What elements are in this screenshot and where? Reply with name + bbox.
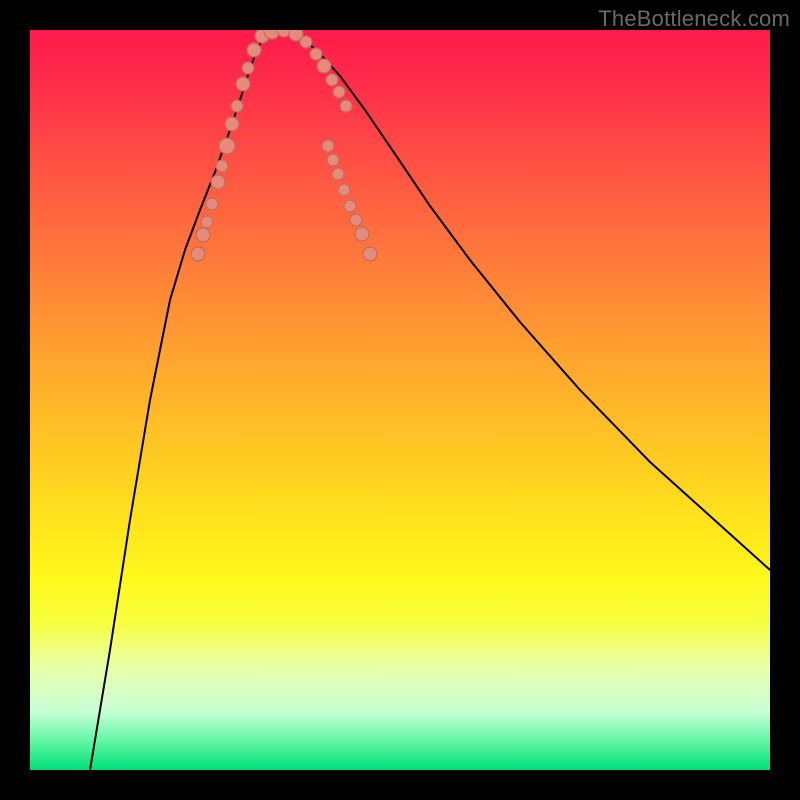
data-point (191, 247, 205, 261)
data-point (242, 62, 254, 74)
data-point (332, 168, 344, 180)
data-point (231, 100, 243, 112)
data-point (338, 184, 350, 196)
data-points-group (191, 30, 377, 261)
data-point (247, 43, 261, 57)
data-point (363, 247, 377, 261)
data-point (216, 160, 228, 172)
bottleneck-curve (90, 30, 770, 770)
data-point (355, 227, 369, 241)
data-point (201, 216, 213, 228)
data-point (196, 228, 210, 242)
data-point (340, 100, 352, 112)
data-point (300, 36, 312, 48)
data-point (322, 140, 334, 152)
data-point (350, 214, 362, 226)
data-point (236, 77, 250, 91)
data-point (211, 175, 225, 189)
watermark-text: TheBottleneck.com (598, 6, 790, 32)
data-point (317, 59, 331, 73)
data-point (225, 117, 239, 131)
plot-area (30, 30, 770, 770)
data-point (219, 138, 235, 154)
data-point (206, 198, 218, 210)
data-point (310, 48, 322, 60)
chart-svg (30, 30, 770, 770)
data-point (344, 200, 356, 212)
data-point (326, 74, 338, 86)
data-point (327, 154, 339, 166)
chart-frame: TheBottleneck.com (0, 0, 800, 800)
data-point (333, 86, 345, 98)
